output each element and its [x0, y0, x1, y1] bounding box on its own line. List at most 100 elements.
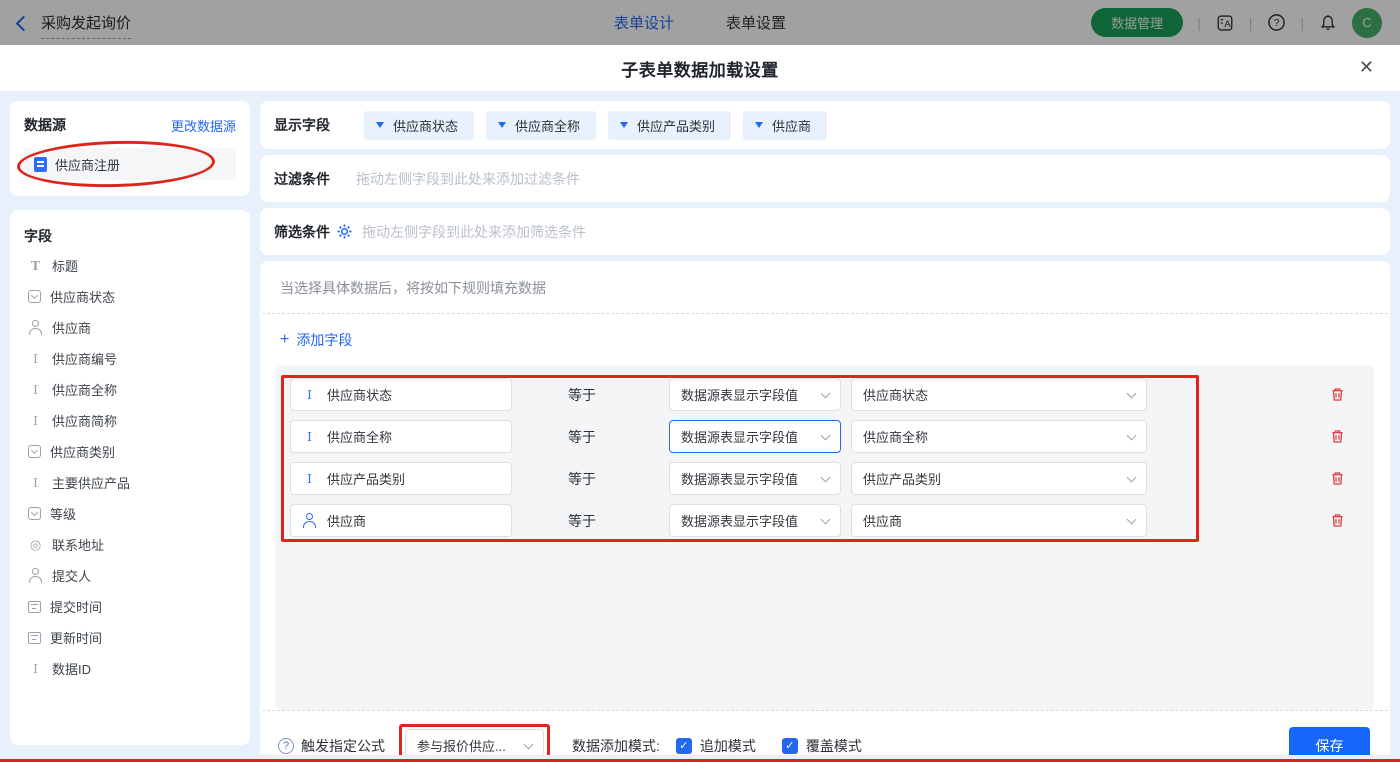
display-field-tag[interactable]: 供应商全称 — [486, 111, 596, 140]
tag-label: 供应商 — [772, 116, 811, 135]
triangle-down-icon — [755, 122, 763, 128]
svg-text:?: ? — [1274, 18, 1280, 29]
display-field-tag[interactable]: 供应商状态 — [364, 111, 474, 140]
rule-field-box[interactable]: 供应商全称 — [290, 420, 512, 453]
chevron-down-icon — [1127, 388, 1137, 398]
datasource-title: 数据源 — [24, 115, 66, 135]
topbar-tab[interactable]: 表单设置 — [726, 12, 786, 33]
rule-row: 供应商 等于 数据源表显示字段值 供应商 — [290, 504, 1374, 537]
text-icon — [28, 413, 43, 428]
field-list-item[interactable]: 供应商类别 — [24, 436, 236, 467]
delete-rule-button[interactable] — [1329, 428, 1346, 445]
calendar-icon — [28, 632, 41, 644]
datasource-item[interactable]: 供应商注册 — [24, 148, 236, 180]
rule-operator: 等于 — [568, 511, 669, 531]
delete-rule-button[interactable] — [1329, 512, 1346, 529]
rule-source-select[interactable]: 数据源表显示字段值 — [669, 378, 841, 411]
bell-icon[interactable] — [1318, 13, 1338, 33]
field-list-item[interactable]: 供应商编号 — [24, 343, 236, 374]
add-field-label: 添加字段 — [296, 330, 352, 350]
field-list-item[interactable]: 供应商状态 — [24, 281, 236, 312]
data-manage-button[interactable]: 数据管理 — [1091, 8, 1183, 37]
trash-icon — [1329, 386, 1346, 403]
mode-checkbox-item[interactable]: ✓ 覆盖模式 — [782, 736, 862, 756]
rule-field-box[interactable]: 供应产品类别 — [290, 462, 512, 495]
field-list-item[interactable]: 标题 — [24, 250, 236, 281]
mode-label: 覆盖模式 — [806, 736, 862, 756]
document-icon — [34, 157, 47, 172]
rule-value-select[interactable]: 供应商全称 — [851, 420, 1147, 453]
field-label: 供应商 — [52, 318, 91, 337]
divider: | — [1300, 15, 1304, 31]
filter-label: 过滤条件 — [274, 169, 330, 189]
field-label: 供应商状态 — [50, 287, 115, 306]
checkbox-checked-icon[interactable]: ✓ — [676, 738, 692, 754]
rule-value-select[interactable]: 供应商 — [851, 504, 1147, 537]
avatar[interactable]: C — [1352, 8, 1382, 38]
topbar-tab[interactable]: 表单设计 — [614, 12, 674, 33]
svg-text:A: A — [1224, 18, 1231, 29]
field-list-item[interactable]: 供应商 — [24, 312, 236, 343]
mode-checkboxes: ✓ 追加模式 ✓ 覆盖模式 — [676, 736, 862, 756]
field-list-item[interactable]: 供应商全称 — [24, 374, 236, 405]
chevron-down-icon — [1127, 514, 1137, 524]
rule-value-select[interactable]: 供应商状态 — [851, 378, 1147, 411]
chevron-down-icon — [1127, 472, 1137, 482]
chevron-down-icon — [821, 514, 831, 524]
modal-title: 子表单数据加载设置 — [621, 56, 779, 81]
add-field-button[interactable]: + 添加字段 — [260, 314, 372, 363]
field-list-item[interactable]: 主要供应产品 — [24, 467, 236, 498]
delete-rule-button[interactable] — [1329, 386, 1346, 403]
text-icon — [28, 475, 43, 490]
plus-icon: + — [280, 332, 289, 348]
field-list-item[interactable]: 等级 — [24, 498, 236, 529]
field-label: 提交人 — [52, 566, 91, 585]
user-icon — [28, 568, 43, 583]
field-label: 供应商简称 — [52, 411, 117, 430]
question-circle-icon[interactable]: ? — [278, 738, 294, 754]
rules-panel: 供应商状态 等于 数据源表显示字段值 供应商状态 — [275, 365, 1374, 710]
display-field-tag[interactable]: 供应产品类别 — [608, 111, 731, 140]
data-add-mode-label: 数据添加模式: — [572, 736, 660, 756]
mode-label: 追加模式 — [700, 736, 756, 756]
field-label: 供应商编号 — [52, 349, 117, 368]
field-list-item[interactable]: 数据ID — [24, 653, 236, 684]
mode-checkbox-item[interactable]: ✓ 追加模式 — [676, 736, 756, 756]
display-field-tag[interactable]: 供应商 — [743, 111, 827, 140]
help-icon[interactable]: ? — [1266, 13, 1286, 33]
rule-field-box[interactable]: 供应商状态 — [290, 378, 512, 411]
chevron-down-icon — [1127, 430, 1137, 440]
formula-select[interactable]: 参与报价供应... — [405, 729, 544, 755]
field-list: 标题 供应商状态 供应商 — [24, 250, 236, 684]
change-datasource-link[interactable]: 更改数据源 — [171, 116, 236, 135]
screen-dropzone[interactable]: 拖动左侧字段到此处来添加筛选条件 — [362, 222, 586, 242]
delete-rule-button[interactable] — [1329, 470, 1346, 487]
rule-source-select[interactable]: 数据源表显示字段值 — [669, 420, 841, 453]
rule-operator: 等于 — [568, 385, 669, 405]
save-button[interactable]: 保存 — [1289, 727, 1370, 755]
field-list-item[interactable]: 更新时间 — [24, 622, 236, 653]
rule-row: 供应商全称 等于 数据源表显示字段值 供应商全称 — [290, 420, 1374, 453]
gear-icon[interactable] — [337, 224, 352, 239]
divider: | — [1249, 15, 1253, 31]
rule-operator: 等于 — [568, 427, 669, 447]
text-icon — [28, 351, 43, 366]
select-icon — [28, 290, 41, 303]
triangle-down-icon — [498, 122, 506, 128]
rule-source-select[interactable]: 数据源表显示字段值 — [669, 504, 841, 537]
field-list-item[interactable]: 联系地址 — [24, 529, 236, 560]
rule-operator: 等于 — [568, 469, 669, 489]
filter-dropzone[interactable]: 拖动左侧字段到此处来添加过滤条件 — [356, 169, 580, 189]
checkbox-checked-icon[interactable]: ✓ — [782, 738, 798, 754]
field-list-item[interactable]: 提交时间 — [24, 591, 236, 622]
close-icon[interactable]: ✕ — [1359, 58, 1374, 76]
rule-field-box[interactable]: 供应商 — [290, 504, 512, 537]
rule-source-select[interactable]: 数据源表显示字段值 — [669, 462, 841, 495]
trash-icon — [1329, 428, 1346, 445]
title-icon — [28, 258, 43, 273]
trash-icon — [1329, 512, 1346, 529]
rule-value-select[interactable]: 供应产品类别 — [851, 462, 1147, 495]
field-list-item[interactable]: 提交人 — [24, 560, 236, 591]
contact-book-icon[interactable]: A — [1215, 13, 1235, 33]
field-list-item[interactable]: 供应商简称 — [24, 405, 236, 436]
